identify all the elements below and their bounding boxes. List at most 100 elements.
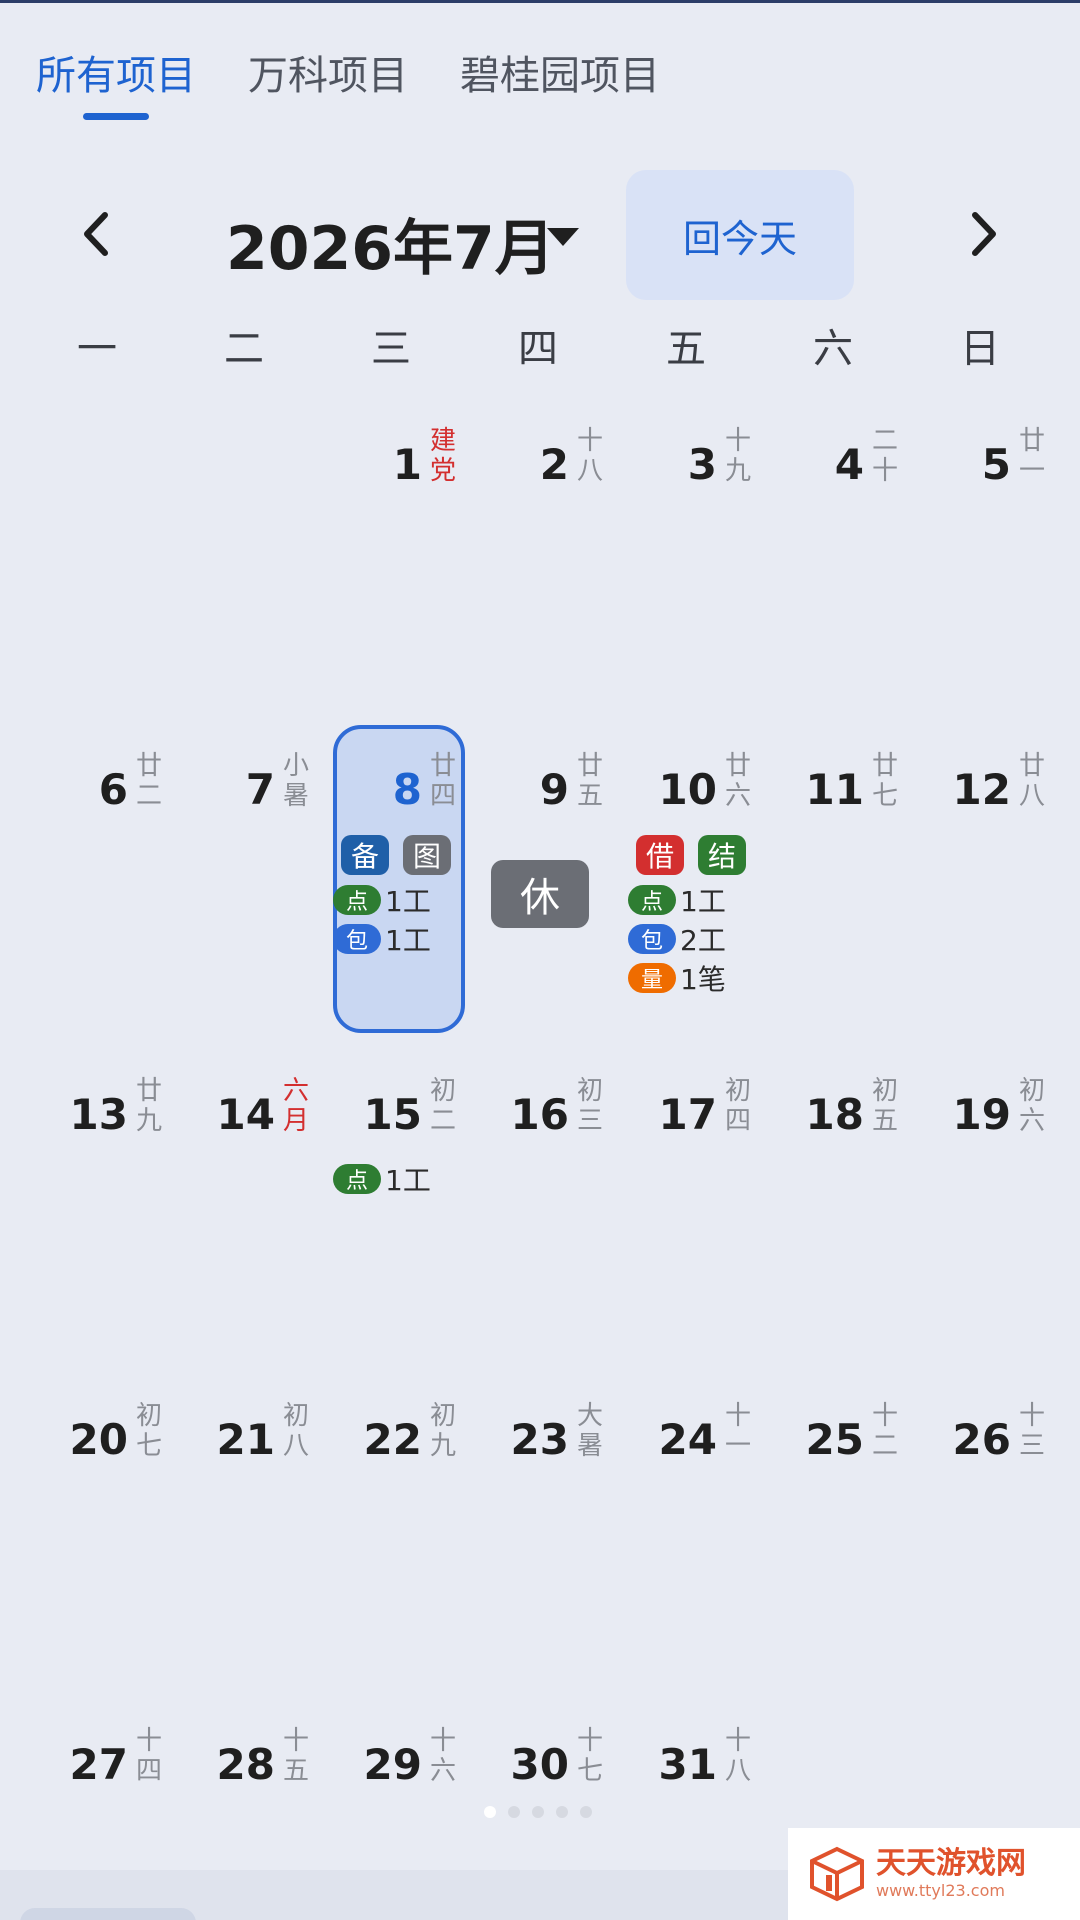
day-cell[interactable]: 25 十二 <box>773 1385 920 1685</box>
day-number: 14 <box>216 1090 275 1139</box>
day-number: 25 <box>805 1415 864 1464</box>
prev-month-button[interactable] <box>66 204 126 264</box>
tab-label: 所有项目 <box>36 53 196 99</box>
day-number: 5 <box>981 440 1011 489</box>
day-chip[interactable]: 借 <box>636 835 684 875</box>
day-cell[interactable]: 15 初二点 1工 <box>331 1060 478 1360</box>
caret-down-icon[interactable] <box>547 228 579 248</box>
weekday-label: 三 <box>371 326 411 372</box>
day-cell[interactable]: 19 初六 <box>920 1060 1067 1360</box>
lunar-date: 廿六 <box>724 751 751 811</box>
day-cell[interactable]: 23 大暑 <box>478 1385 625 1685</box>
lunar-date: 初三 <box>576 1076 603 1136</box>
day-cell[interactable]: 5 廿一 <box>920 410 1067 710</box>
next-month-button[interactable] <box>954 204 1014 264</box>
day-chip[interactable]: 结 <box>698 835 746 875</box>
item-tag: 量 <box>628 963 676 993</box>
day-cell-selected[interactable]: 8 廿四备图点 1工包 1工 <box>331 725 478 1035</box>
day-cell[interactable]: 14 六月 <box>184 1060 331 1360</box>
day-cell[interactable]: 7 小暑 <box>184 735 331 1035</box>
day-number: 21 <box>216 1415 275 1464</box>
weekday-label: 一 <box>77 326 117 372</box>
day-item[interactable]: 包 1工 <box>333 920 431 958</box>
page-dot <box>484 1806 496 1818</box>
day-cell[interactable]: 10 廿六借结点 1工包 2工量 1笔 <box>626 735 773 1035</box>
day-item-list: 点 1工包 2工量 1笔 <box>628 881 726 998</box>
lunar-date: 十一 <box>724 1401 751 1461</box>
page-dot <box>580 1806 592 1818</box>
lunar-date: 十九 <box>724 426 751 486</box>
lunar-date: 十八 <box>724 1726 751 1786</box>
day-item[interactable]: 点 1工 <box>333 881 431 919</box>
day-cell[interactable]: 22 初九 <box>331 1385 478 1685</box>
lunar-date: 十六 <box>429 1726 456 1786</box>
day-cell[interactable]: 13 廿九 <box>37 1060 184 1360</box>
day-chip[interactable]: 图 <box>403 835 451 875</box>
page-dot <box>508 1806 520 1818</box>
day-number: 8 <box>392 765 422 814</box>
back-to-today-button[interactable]: 回今天 <box>626 170 854 300</box>
day-item[interactable]: 包 2工 <box>628 920 726 958</box>
day-number: 20 <box>69 1415 128 1464</box>
lunar-date: 廿四 <box>429 751 456 811</box>
day-number: 29 <box>363 1740 422 1789</box>
day-number: 27 <box>69 1740 128 1789</box>
day-item[interactable]: 点 1工 <box>333 1160 431 1198</box>
item-tag: 点 <box>333 885 381 915</box>
item-tag: 点 <box>333 1164 381 1194</box>
lunar-date: 廿一 <box>1018 426 1045 486</box>
lunar-date: 初七 <box>135 1401 162 1461</box>
tab-vanke-projects[interactable]: 万科项目 <box>248 48 408 118</box>
day-cell[interactable]: 18 初五 <box>773 1060 920 1360</box>
day-cell[interactable]: 1 建党 <box>331 410 478 710</box>
item-tag: 包 <box>333 924 381 954</box>
day-number: 4 <box>834 440 864 489</box>
day-number: 24 <box>658 1415 717 1464</box>
day-number: 28 <box>216 1740 275 1789</box>
lunar-date: 十五 <box>282 1726 309 1786</box>
day-number: 1 <box>392 440 422 489</box>
day-number: 18 <box>805 1090 864 1139</box>
day-cell[interactable]: 20 初七 <box>37 1385 184 1685</box>
item-tag: 包 <box>628 924 676 954</box>
lunar-date: 大暑 <box>576 1401 603 1461</box>
day-cell[interactable]: 24 十一 <box>626 1385 773 1685</box>
day-chip[interactable]: 备 <box>341 835 389 875</box>
day-cell[interactable]: 16 初三 <box>478 1060 625 1360</box>
day-number: 23 <box>510 1415 569 1464</box>
day-cell[interactable]: 12 廿八 <box>920 735 1067 1035</box>
lunar-date: 十二 <box>871 1401 898 1461</box>
day-cell[interactable]: 11 廿七 <box>773 735 920 1035</box>
day-cell[interactable]: 3 十九 <box>626 410 773 710</box>
day-cell[interactable]: 4 二十 <box>773 410 920 710</box>
lunar-date: 廿九 <box>135 1076 162 1136</box>
day-cell[interactable]: 21 初八 <box>184 1385 331 1685</box>
day-cell[interactable]: 26 十三 <box>920 1385 1067 1685</box>
page-indicator <box>484 1806 592 1818</box>
lunar-date: 廿七 <box>871 751 898 811</box>
month-title[interactable]: 2026年7月 <box>226 200 555 287</box>
day-item[interactable]: 量 1笔 <box>628 959 726 997</box>
tab-all-projects[interactable]: 所有项目 <box>36 48 196 120</box>
site-watermark: 天天游戏网 www.ttyl23.com <box>788 1828 1080 1920</box>
day-number: 26 <box>952 1415 1011 1464</box>
day-cell[interactable]: 17 初四 <box>626 1060 773 1360</box>
day-number: 11 <box>805 765 864 814</box>
item-tag: 点 <box>628 885 676 915</box>
day-cell[interactable]: 2 十八 <box>478 410 625 710</box>
bottom-action-pill[interactable] <box>20 1908 196 1920</box>
day-cell[interactable]: 6 廿二 <box>37 735 184 1035</box>
lunar-date: 六月 <box>282 1076 309 1136</box>
watermark-logo-icon <box>810 1846 864 1902</box>
lunar-date: 初八 <box>282 1401 309 1461</box>
day-number: 2 <box>539 440 569 489</box>
day-number: 22 <box>363 1415 422 1464</box>
day-number: 13 <box>69 1090 128 1139</box>
lunar-date: 廿八 <box>1018 751 1045 811</box>
tab-country-garden-projects[interactable]: 碧桂园项目 <box>460 48 660 118</box>
item-count: 1工 <box>385 885 431 918</box>
weekday-label: 二 <box>224 326 264 372</box>
day-number: 15 <box>363 1090 422 1139</box>
lunar-date: 十三 <box>1018 1401 1045 1461</box>
day-item[interactable]: 点 1工 <box>628 881 726 919</box>
